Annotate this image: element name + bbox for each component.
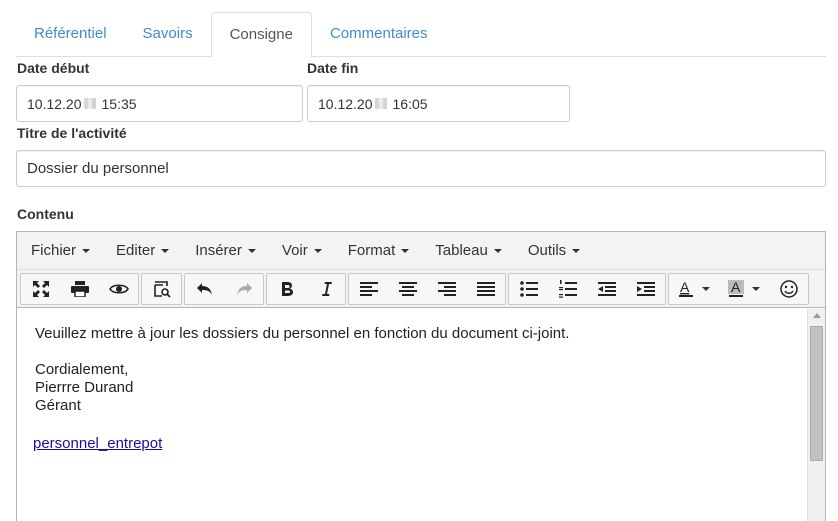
scrollbar-thumb[interactable] — [810, 326, 823, 461]
menu-inserer[interactable]: Insérer — [185, 236, 266, 266]
content-line: Veuillez mettre à jour les dossiers du p… — [35, 325, 570, 342]
align-left-icon[interactable] — [349, 274, 388, 304]
caret-down-icon — [702, 286, 710, 291]
end-date-label: Date fin — [307, 60, 359, 76]
content-line: Pierrre Durand — [35, 379, 134, 396]
background-color-button[interactable]: A — [719, 274, 769, 304]
menu-fichier[interactable]: Fichier — [21, 236, 100, 266]
end-date-time: 16:05 — [392, 95, 428, 112]
scroll-up-arrow-icon[interactable] — [813, 313, 821, 318]
align-center-icon[interactable] — [388, 274, 427, 304]
emoticon-icon[interactable] — [769, 274, 808, 304]
menu-format[interactable]: Format — [338, 236, 420, 266]
start-date-field[interactable]: 10.12.20 15:35 — [16, 85, 303, 122]
find-replace-icon[interactable] — [142, 274, 181, 304]
caret-down-icon — [161, 248, 170, 253]
svg-text:A: A — [680, 280, 690, 295]
bullet-list-icon[interactable] — [509, 274, 548, 304]
activity-title-field[interactable] — [16, 150, 826, 187]
menu-label: Format — [347, 242, 396, 259]
toolbar-group-view — [20, 272, 139, 305]
redacted-digits — [374, 98, 387, 109]
menu-label: Insérer — [195, 242, 242, 259]
menu-label: Voir — [281, 242, 308, 259]
end-date-prefix: 10.12.20 — [318, 95, 373, 112]
menu-outils[interactable]: Outils — [518, 236, 590, 266]
tab-bar: Référentiel Savoirs Consigne Commentaire… — [16, 12, 826, 58]
caret-down-icon — [247, 248, 256, 253]
redo-icon[interactable] — [224, 274, 263, 304]
toolbar-group-search — [141, 272, 182, 305]
bold-icon[interactable] — [267, 274, 306, 304]
caret-down-icon — [493, 248, 502, 253]
print-icon[interactable] — [60, 274, 99, 304]
numbered-list-icon[interactable] — [548, 274, 587, 304]
caret-down-icon — [313, 248, 322, 253]
editor-scrollbar[interactable] — [807, 309, 825, 521]
tab-consigne[interactable]: Consigne — [210, 12, 312, 58]
tab-commentaires[interactable]: Commentaires — [312, 12, 446, 57]
content-label: Contenu — [17, 206, 74, 222]
start-date-prefix: 10.12.20 — [27, 95, 82, 112]
menu-editer[interactable]: Editer — [106, 236, 179, 266]
toolbar-group-color: A A — [668, 272, 809, 305]
outdent-icon[interactable] — [587, 274, 626, 304]
menu-label: Tableau — [435, 242, 488, 259]
editor-toolbar: A A — [17, 270, 825, 308]
undo-icon[interactable] — [185, 274, 224, 304]
caret-down-icon — [572, 248, 581, 253]
text-color-icon: A — [679, 280, 693, 297]
activity-title-input[interactable] — [27, 160, 815, 177]
fullscreen-icon[interactable] — [21, 274, 60, 304]
toolbar-group-style — [266, 272, 346, 305]
align-right-icon[interactable] — [427, 274, 466, 304]
preview-icon[interactable] — [99, 274, 138, 304]
background-color-icon: A — [728, 279, 744, 297]
start-date-time: 15:35 — [101, 95, 137, 112]
editor-menubar: Fichier Editer Insérer Voir Format Table… — [17, 232, 825, 270]
indent-icon[interactable] — [626, 274, 665, 304]
redacted-digits — [83, 98, 96, 109]
start-date-label: Date début — [17, 60, 90, 76]
svg-text:A: A — [731, 280, 741, 295]
italic-icon[interactable] — [306, 274, 345, 304]
tab-referentiel[interactable]: Référentiel — [16, 12, 125, 57]
menu-label: Editer — [116, 242, 156, 259]
content-line: Cordialement, — [35, 361, 129, 378]
menu-label: Fichier — [31, 242, 77, 259]
text-color-button[interactable]: A — [669, 274, 719, 304]
attachment-link[interactable]: personnel_entrepot — [33, 435, 162, 453]
tab-savoirs[interactable]: Savoirs — [125, 12, 211, 57]
toolbar-group-align — [348, 272, 506, 305]
toolbar-group-history — [184, 272, 264, 305]
menu-voir[interactable]: Voir — [272, 236, 332, 266]
editor-content[interactable]: Veuillez mettre à jour les dossiers du p… — [17, 309, 807, 521]
caret-down-icon — [82, 248, 91, 253]
toolbar-group-lists — [508, 272, 666, 305]
end-date-field[interactable]: 10.12.20 16:05 — [307, 85, 570, 122]
activity-title-label: Titre de l'activité — [17, 125, 127, 141]
content-line: Gérant — [35, 397, 81, 414]
rich-text-editor: Fichier Editer Insérer Voir Format Table… — [16, 231, 826, 521]
align-justify-icon[interactable] — [466, 274, 505, 304]
caret-down-icon — [401, 248, 410, 253]
menu-tableau[interactable]: Tableau — [425, 236, 512, 266]
caret-down-icon — [752, 286, 760, 291]
menu-label: Outils — [527, 242, 567, 259]
